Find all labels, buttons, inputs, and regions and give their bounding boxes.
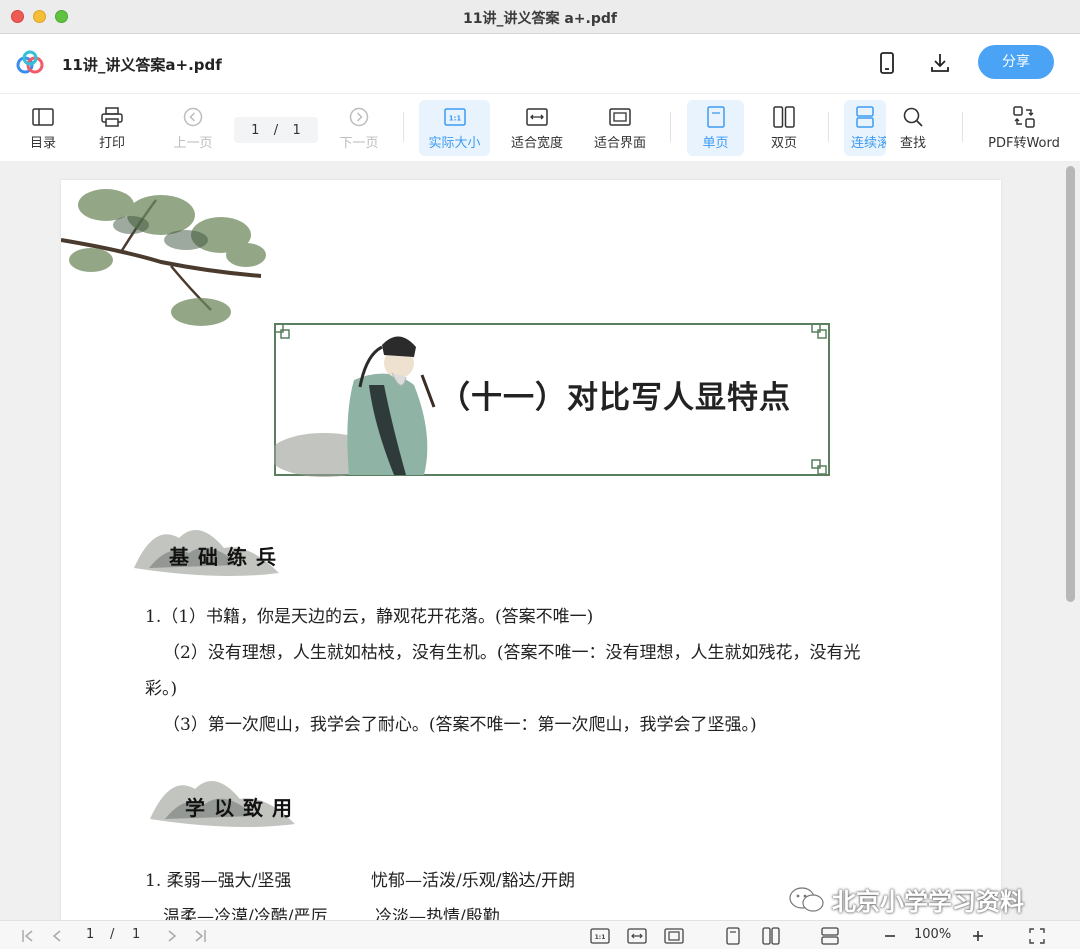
wechat-icon bbox=[789, 886, 824, 912]
next-page-button[interactable]: 下一页 bbox=[336, 100, 382, 156]
answer-line: 1. 柔弱—强大/坚强 bbox=[145, 871, 292, 891]
first-page-icon[interactable] bbox=[18, 925, 38, 947]
print-button[interactable]: 打印 bbox=[91, 100, 133, 156]
status-bar: 1 / 1 1:1 100% bbox=[0, 920, 1080, 949]
continuous-scroll-icon bbox=[855, 105, 875, 129]
status-page-sep: / bbox=[110, 927, 115, 942]
phone-icon[interactable] bbox=[874, 50, 900, 76]
fullscreen-icon[interactable] bbox=[1026, 925, 1048, 947]
window-titlebar: 11讲_讲义答案 a+.pdf bbox=[0, 0, 1080, 34]
continuous-scroll-button[interactable]: 连续滚 bbox=[844, 100, 886, 156]
single-page-icon[interactable] bbox=[722, 925, 744, 947]
zoom-in-icon[interactable] bbox=[968, 925, 988, 947]
answer-line: （3）第一次爬山，我学会了耐心。(答案不唯一：第一次爬山，我学会了坚强。) bbox=[163, 715, 757, 735]
actual-size-icon: 1:1 bbox=[443, 105, 466, 129]
share-button[interactable]: 分享 bbox=[978, 45, 1054, 79]
fit-page-icon bbox=[609, 105, 631, 129]
prev-page-button[interactable]: 上一页 bbox=[170, 100, 216, 156]
find-button[interactable]: 查找 bbox=[892, 100, 934, 156]
scholar-illustration bbox=[274, 336, 436, 477]
status-page-total: 1 bbox=[132, 927, 141, 942]
fit-width-icon[interactable] bbox=[625, 925, 649, 947]
frame-corner-ornament bbox=[811, 459, 827, 475]
double-page-button[interactable]: 双页 bbox=[760, 100, 808, 156]
single-page-button[interactable]: 单页 bbox=[687, 100, 744, 156]
double-page-icon[interactable] bbox=[760, 925, 782, 947]
window-title: 11讲_讲义答案 a+.pdf bbox=[463, 11, 617, 27]
document-name: 11讲_讲义答案a+.pdf bbox=[62, 56, 222, 74]
fit-width-icon bbox=[526, 105, 548, 129]
download-icon[interactable] bbox=[927, 50, 953, 76]
app-header: 11讲_讲义答案a+.pdf 分享 bbox=[0, 34, 1080, 94]
svg-text:1:1: 1:1 bbox=[448, 115, 461, 123]
answer-line: 忧郁—活泼/乐观/豁达/开朗 bbox=[371, 871, 576, 891]
zoom-level: 100% bbox=[914, 927, 952, 942]
continuous-scroll-icon[interactable] bbox=[819, 925, 841, 947]
svg-text:1:1: 1:1 bbox=[595, 934, 606, 941]
answer-line: （2）没有理想，人生就如枯枝，没有生机。(答案不唯一：没有理想，人生就如残花，没… bbox=[163, 643, 861, 663]
fit-page-icon[interactable] bbox=[662, 925, 686, 947]
actual-size-icon[interactable]: 1:1 bbox=[588, 925, 612, 947]
fit-page-button[interactable]: 适合界面 bbox=[588, 100, 652, 156]
page-number-field[interactable]: 1 / 1 bbox=[234, 117, 318, 143]
next-page-icon[interactable] bbox=[162, 925, 182, 947]
pdf-page: （十一）对比写人显特点 基础练兵 1.（1）书籍，你是天边的云，静观花开花落。(… bbox=[61, 180, 1001, 920]
status-page-current: 1 bbox=[86, 927, 95, 942]
banner-title: （十一）对比写人显特点 bbox=[439, 380, 791, 416]
app-logo-icon bbox=[15, 50, 45, 76]
convert-icon bbox=[1013, 105, 1035, 129]
section-title: 基础练兵 bbox=[169, 545, 285, 569]
frame-corner-ornament bbox=[811, 323, 827, 339]
section-title: 学以致用 bbox=[185, 796, 301, 820]
toolbar: 目录 打印 上一页 1 / 1 下一页 1:1 实际大小 适合宽度 适合界面 单… bbox=[0, 94, 1080, 162]
answer-line: 冷淡—热情/殷勤 bbox=[375, 907, 500, 920]
answer-line: 温柔—冷漠/冷酷/严厉 bbox=[163, 907, 328, 920]
document-viewport[interactable]: （十一）对比写人显特点 基础练兵 1.（1）书籍，你是天边的云，静观花开花落。(… bbox=[0, 162, 1080, 920]
pine-branch-illustration bbox=[61, 189, 266, 326]
prev-page-icon[interactable] bbox=[47, 925, 67, 947]
answer-line: 彩。) bbox=[145, 679, 178, 699]
single-page-icon bbox=[706, 105, 725, 129]
last-page-icon[interactable] bbox=[190, 925, 210, 947]
toc-button[interactable]: 目录 bbox=[22, 100, 64, 156]
fit-width-button[interactable]: 适合宽度 bbox=[505, 100, 569, 156]
zoom-out-icon[interactable] bbox=[880, 925, 900, 947]
actual-size-button[interactable]: 1:1 实际大小 bbox=[419, 100, 490, 156]
pdf-to-word-button[interactable]: PDF转Word bbox=[984, 100, 1064, 156]
printer-icon bbox=[101, 105, 123, 129]
scrollbar-thumb[interactable] bbox=[1066, 166, 1075, 602]
toc-icon bbox=[32, 105, 54, 129]
chevron-left-circle-icon bbox=[183, 105, 203, 129]
watermark: 北京小学学习资料 bbox=[788, 882, 1024, 917]
search-icon bbox=[902, 105, 924, 129]
answer-line: 1.（1）书籍，你是天边的云，静观花开花落。(答案不唯一) bbox=[145, 607, 594, 627]
chevron-right-circle-icon bbox=[349, 105, 369, 129]
double-page-icon bbox=[773, 105, 795, 129]
